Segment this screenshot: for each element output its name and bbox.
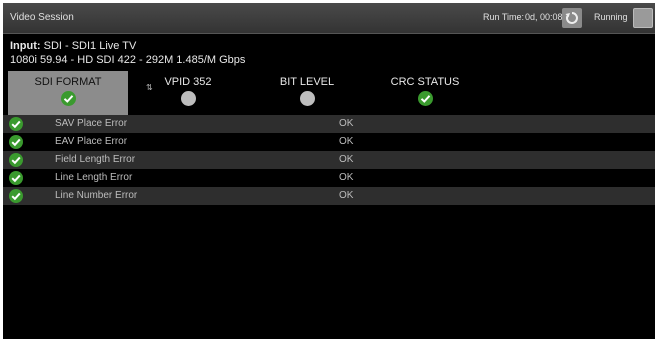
stop-button[interactable]	[633, 8, 653, 28]
status-dot-icon	[181, 91, 196, 106]
check-icon	[9, 171, 23, 185]
table-row: Line Length Error OK	[3, 169, 655, 187]
video-session-window: Video Session Run Time: 0d, 00:08:35 Run…	[3, 3, 655, 339]
table-row: SAV Place Error OK	[3, 115, 655, 133]
row-value: OK	[339, 118, 354, 129]
status-dot-icon	[300, 91, 315, 106]
window-title: Video Session	[10, 12, 74, 23]
row-label: EAV Place Error	[55, 136, 128, 147]
table-row: Line Number Error OK	[3, 187, 655, 205]
row-label: Line Number Error	[55, 190, 138, 201]
tab-vpid-352[interactable]: ⇅ VPID 352	[128, 71, 248, 115]
tab-crc-status[interactable]: CRC STATUS	[365, 71, 485, 115]
row-value: OK	[339, 190, 354, 201]
tab-label: SDI FORMAT	[34, 76, 102, 88]
check-icon	[9, 153, 23, 167]
row-label: SAV Place Error	[55, 118, 128, 129]
tab-label: CRC STATUS	[390, 76, 460, 88]
row-value: OK	[339, 172, 354, 183]
check-icon	[418, 91, 433, 106]
title-bar: Video Session Run Time: 0d, 00:08:35 Run…	[3, 3, 655, 34]
tab-bar: SDI FORMAT ⇅ VPID 352 BIT LEVEL CRC STAT…	[3, 71, 655, 115]
reset-icon	[565, 12, 578, 24]
input-source-value: SDI - SDI1 Live TV	[43, 40, 137, 52]
row-label: Line Length Error	[55, 172, 133, 183]
error-table: SAV Place Error OK EAV Place Error OK Fi…	[3, 115, 655, 205]
tab-bit-level[interactable]: BIT LEVEL	[247, 71, 367, 115]
tab-sdi-format[interactable]: SDI FORMAT	[8, 71, 128, 115]
reset-button[interactable]	[562, 8, 582, 28]
session-status: Running	[594, 12, 628, 22]
input-label: Input:	[10, 40, 41, 52]
row-label: Field Length Error	[55, 154, 136, 165]
input-source: Input: SDI - SDI1 Live TV	[10, 40, 136, 52]
check-icon	[61, 91, 76, 106]
check-icon	[9, 117, 23, 131]
tab-label: BIT LEVEL	[279, 76, 335, 88]
row-value: OK	[339, 154, 354, 165]
check-icon	[9, 189, 23, 203]
run-time-label: Run Time:	[483, 12, 525, 22]
tab-label: VPID 352	[164, 76, 212, 88]
table-row: EAV Place Error OK	[3, 133, 655, 151]
table-row: Field Length Error OK	[3, 151, 655, 169]
input-format: 1080i 59.94 - HD SDI 422 - 292M 1.485/M …	[10, 54, 246, 66]
row-value: OK	[339, 136, 354, 147]
check-icon	[9, 135, 23, 149]
